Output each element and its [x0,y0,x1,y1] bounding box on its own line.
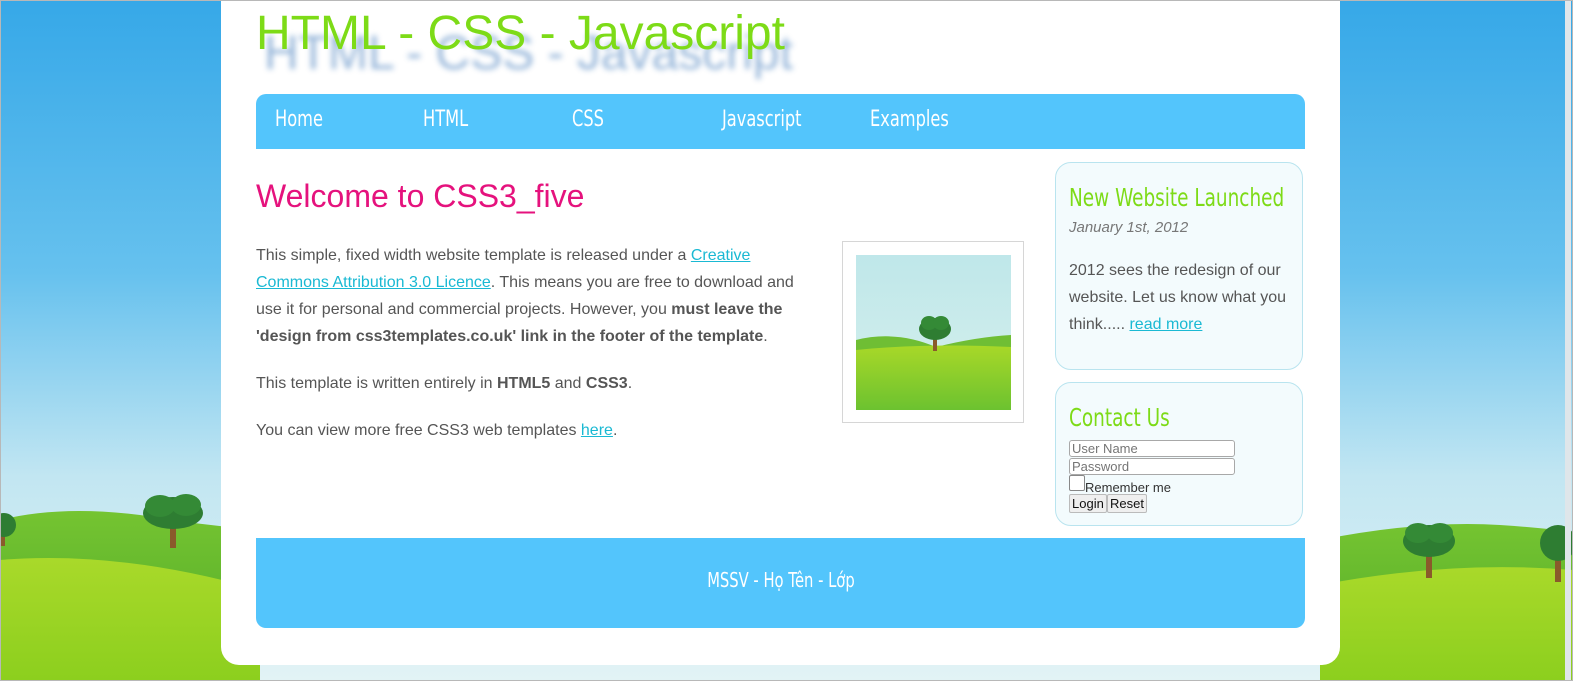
footer-label: MSSV - Họ Tên - Lớp [706,568,855,592]
main-content: This simple, fixed width website templat… [256,242,801,464]
tech-period: . [627,375,633,392]
more-text: You can view more free CSS3 web template… [256,422,581,439]
tech-and: and [550,375,586,392]
nav-item-javascript[interactable]: Javascript [722,107,802,132]
read-more-link[interactable]: read more [1129,316,1202,333]
window-scrollbar[interactable] [1565,0,1571,681]
news-text: 2012 sees the redesign of our website. L… [1069,257,1299,338]
remember-me-checkbox[interactable] [1069,475,1085,491]
tech-text: This template is written entirely in [256,375,497,392]
more-period: . [612,422,618,439]
nav-item-css[interactable]: CSS [572,107,604,132]
here-link[interactable]: here [581,422,613,439]
nav-item-html[interactable]: HTML [423,107,468,132]
footer-text: MSSV - Họ Tên - Lớp [256,568,1305,592]
login-button[interactable]: Login [1069,494,1107,513]
nav-item-home[interactable]: Home [275,107,323,132]
tech-paragraph: This template is written entirely in HTM… [256,370,801,397]
remember-me-label: Remember me [1085,480,1171,495]
news-box: New Website Launched January 1st, 2012 2… [1055,162,1303,370]
intro-paragraph: This simple, fixed width website templat… [256,242,801,350]
news-date: January 1st, 2012 [1069,219,1189,236]
username-input[interactable] [1069,440,1235,457]
intro-text: This simple, fixed width website templat… [256,247,691,264]
landscape-image-frame [842,241,1024,423]
page-container: HTML - CSS - Javascript Home HTML CSS Ja… [221,0,1340,665]
intro-period: . [763,328,768,345]
site-title[interactable]: HTML - CSS - Javascript [256,6,785,61]
contact-box: Contact Us Remember me Login Reset [1055,382,1303,526]
reset-button[interactable]: Reset [1107,494,1147,513]
footer: MSSV - Họ Tên - Lớp [256,538,1305,628]
password-input[interactable] [1069,458,1235,475]
news-title: New Website Launched [1069,183,1285,212]
css3-bold: CSS3 [585,375,628,392]
html5-bold: HTML5 [496,375,551,392]
more-templates-paragraph: You can view more free CSS3 web template… [256,417,801,444]
contact-title: Contact Us [1069,403,1170,432]
page-title: Welcome to CSS3_five [256,178,585,214]
nav-item-examples[interactable]: Examples [870,107,949,132]
main-navigation: Home HTML CSS Javascript Examples [256,94,1305,149]
tree-landscape-image [856,255,1011,410]
